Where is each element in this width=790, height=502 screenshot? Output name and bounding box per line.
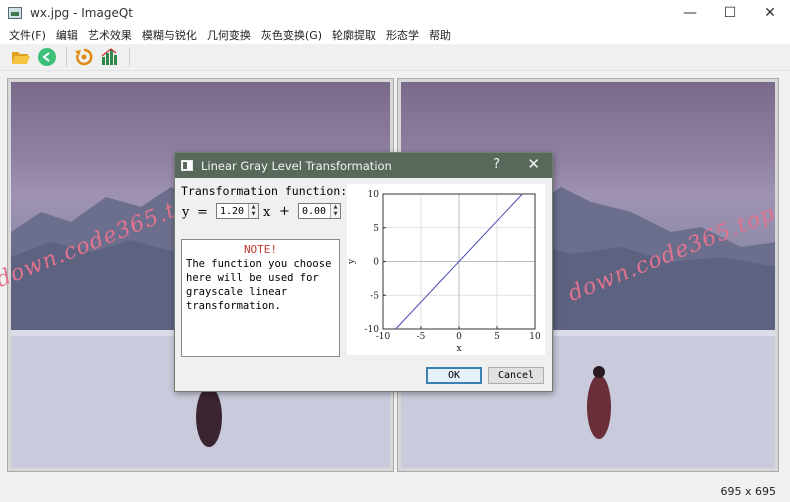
x-tick-label: -5	[417, 332, 426, 342]
y-tick-label: 0	[373, 258, 379, 268]
title-bar: wx.jpg - ImageQt — ☐ ✕	[0, 0, 790, 26]
x-axis-label: x	[456, 344, 461, 354]
function-plot-svg: -10 -5 0 5 10-10-50510xy	[347, 190, 541, 354]
close-button[interactable]: ✕	[752, 0, 788, 26]
spin-up-icon[interactable]: ▲	[334, 204, 338, 211]
maximize-button[interactable]: ☐	[712, 0, 748, 26]
note-line: The function you choose	[186, 258, 332, 270]
image-size-label: 695 x 695	[720, 485, 777, 498]
window-title: wx.jpg - ImageQt	[30, 6, 133, 20]
menu-edit[interactable]: 编辑	[51, 27, 83, 43]
spin-down-icon[interactable]: ▼	[252, 211, 256, 218]
y-symbol: y	[182, 205, 190, 220]
folder-open-icon	[12, 52, 30, 64]
y-tick-label: 10	[368, 190, 380, 200]
toolbar	[0, 44, 790, 71]
x-tick-label: 10	[529, 332, 541, 342]
dialog-close-icon[interactable]: ✕	[527, 155, 540, 173]
ok-button[interactable]: OK	[426, 367, 482, 384]
dialog-window-icon	[181, 160, 193, 171]
menu-gray-transform[interactable]: 灰色变换(G)	[256, 27, 327, 43]
histogram-icon	[101, 48, 117, 65]
reset-button[interactable]	[73, 46, 95, 68]
histogram-button[interactable]	[99, 46, 121, 68]
dialog-title-bar: Linear Gray Level Transformation ? ✕	[175, 153, 552, 178]
x-tick-label: 5	[494, 332, 500, 342]
toolbar-separator	[129, 47, 130, 67]
equals-sign: =	[197, 205, 208, 220]
cancel-button[interactable]: Cancel	[488, 367, 544, 384]
dialog-title: Linear Gray Level Transformation	[201, 158, 392, 173]
spin-down-icon[interactable]: ▼	[334, 211, 338, 218]
intercept-spinbox[interactable]: 0.00 ▲ ▼	[298, 203, 341, 219]
note-text: The function you choose here will be use…	[186, 257, 335, 313]
status-bar: 695 x 695	[0, 482, 790, 502]
x-tick-label: 0	[456, 332, 462, 342]
note-line: here will be used for	[186, 272, 319, 284]
note-title: NOTE!	[243, 243, 278, 256]
slope-spin-arrows[interactable]: ▲ ▼	[248, 204, 258, 218]
back-icon	[38, 48, 56, 66]
x-symbol: x	[263, 205, 271, 220]
menu-help[interactable]: 帮助	[424, 27, 456, 43]
spin-up-icon[interactable]: ▲	[252, 204, 256, 211]
y-tick-label: -10	[365, 325, 380, 335]
linear-transform-dialog: Linear Gray Level Transformation ? ✕ Tra…	[174, 152, 553, 392]
transformation-function-label: Transformation function:	[181, 184, 348, 198]
open-button[interactable]	[10, 46, 32, 68]
plus-sign: +	[279, 204, 290, 219]
menu-art-effects[interactable]: 艺术效果	[83, 27, 137, 43]
slope-value: 1.20	[220, 205, 245, 217]
minimize-icon: —	[683, 5, 697, 21]
slope-spinbox[interactable]: 1.20 ▲ ▼	[216, 203, 259, 219]
app-icon	[8, 7, 22, 19]
y-tick-label: -5	[370, 291, 379, 301]
note-line: transformation.	[186, 300, 281, 312]
reset-icon	[75, 48, 93, 66]
minimize-button[interactable]: —	[672, 0, 708, 26]
menu-contour[interactable]: 轮廓提取	[327, 27, 381, 43]
y-tick-label: 5	[373, 224, 379, 234]
function-plot: -10 -5 0 5 10 -10 -5 0 5 10 x y	[347, 184, 545, 355]
intercept-value: 0.00	[302, 205, 327, 217]
maximize-icon: ☐	[723, 5, 737, 21]
menu-morphology[interactable]: 形态学	[381, 27, 424, 43]
toolbar-separator	[66, 47, 67, 67]
menu-blur-sharpen[interactable]: 模糊与锐化	[137, 27, 202, 43]
back-button[interactable]	[36, 46, 58, 68]
note-box: NOTE! The function you choose here will …	[181, 239, 340, 357]
intercept-spin-arrows[interactable]: ▲ ▼	[330, 204, 340, 218]
help-icon[interactable]: ?	[493, 157, 500, 172]
note-line: grayscale linear	[186, 286, 288, 298]
y-axis-label: y	[347, 258, 357, 265]
menu-bar: 文件(F) 编辑 艺术效果 模糊与锐化 几何变换 灰色变换(G) 轮廓提取 形态…	[0, 26, 790, 44]
close-icon: ✕	[764, 5, 776, 21]
menu-file[interactable]: 文件(F)	[4, 27, 51, 43]
menu-geometric[interactable]: 几何变换	[202, 27, 256, 43]
